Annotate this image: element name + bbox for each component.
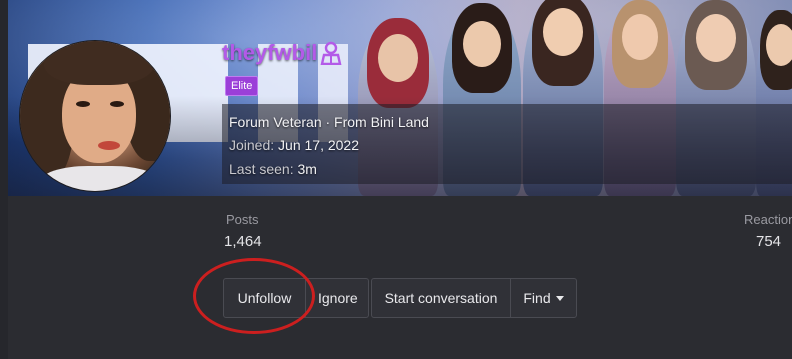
avatar[interactable] — [20, 41, 170, 191]
posts-label: Posts — [226, 212, 259, 227]
person-bust-icon — [320, 41, 342, 65]
profile-info-panel: Forum Veteran · From Bini Land Joined: J… — [222, 104, 792, 184]
joined-label: Joined: — [229, 137, 275, 153]
posts-count[interactable]: 1,464 — [224, 233, 262, 250]
caret-down-icon — [555, 296, 564, 301]
last-seen-line: Last seen: 3m — [229, 161, 317, 177]
reactions-label: Reaction — [744, 212, 792, 227]
username[interactable]: theyfwbil — [222, 40, 317, 66]
joined-line: Joined: Jun 17, 2022 — [229, 137, 359, 153]
profile-page: theyfwbil Elite Forum Veteran · From Bin… — [8, 0, 792, 359]
last-seen-value[interactable]: 3m — [298, 161, 317, 177]
ignore-button[interactable]: Ignore — [305, 279, 368, 317]
find-menu-button[interactable]: Find — [510, 279, 576, 317]
reactions-count[interactable]: 754 — [756, 233, 781, 250]
user-title-badge: Elite — [225, 76, 259, 96]
conversation-find-group: Start conversation Find — [371, 278, 577, 318]
joined-value: Jun 17, 2022 — [278, 137, 360, 153]
last-seen-label: Last seen: — [229, 161, 294, 177]
unfollow-button[interactable]: Unfollow — [224, 279, 305, 317]
follow-ignore-group: Unfollow Ignore — [223, 278, 369, 318]
find-label: Find — [523, 290, 551, 306]
user-title-line: Forum Veteran · From Bini Land — [229, 114, 429, 130]
start-conversation-button[interactable]: Start conversation — [372, 279, 510, 317]
